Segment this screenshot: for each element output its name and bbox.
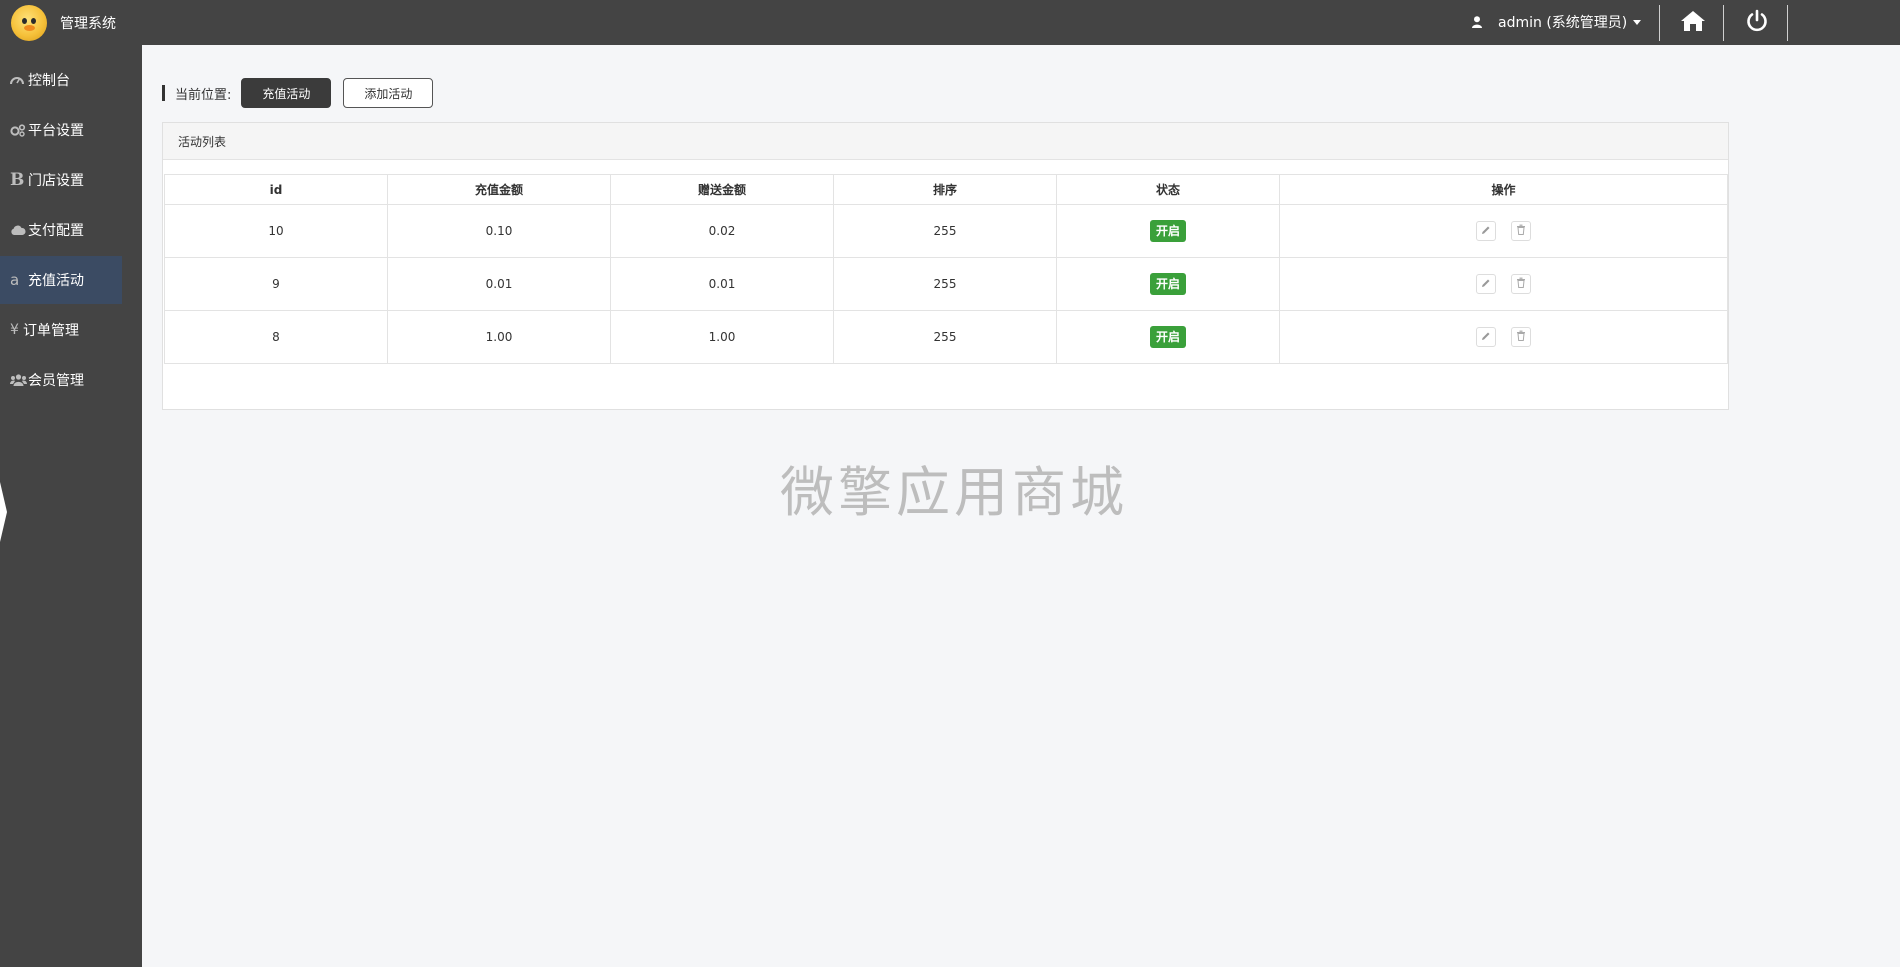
sidebar-item-label: 订单管理: [23, 323, 79, 339]
edit-button[interactable]: [1475, 221, 1496, 241]
delete-button[interactable]: [1511, 274, 1532, 294]
sidebar-item-label: 平台设置: [28, 123, 84, 139]
column-header: 状态: [1056, 174, 1280, 205]
yen-icon: ¥: [10, 322, 19, 338]
top-bar: 管理系统 admin (系统管理员): [0, 0, 1900, 45]
status-badge[interactable]: 开启: [1149, 220, 1186, 242]
activity-table: id 充值金额 赠送金额 排序 状态 操作 10 0.10 0.02 255 开…: [164, 174, 1728, 364]
cell-amount: 0.01: [387, 257, 611, 311]
breadcrumb-marker: [162, 85, 165, 101]
bold-b-icon: B: [10, 170, 25, 190]
table-header-row: id 充值金额 赠送金额 排序 状态 操作: [164, 174, 1728, 205]
column-header: 赠送金额: [610, 174, 834, 205]
sidebar-item-label: 门店设置: [28, 173, 84, 189]
divider: [1723, 5, 1724, 41]
home-icon: [1680, 10, 1706, 35]
sidebar-item-member-management[interactable]: 会员管理: [0, 356, 122, 404]
cell-status: 开启: [1056, 310, 1280, 364]
amazon-a-icon: a: [10, 271, 20, 289]
column-header: 操作: [1279, 174, 1728, 205]
cell-sort: 255: [833, 310, 1057, 364]
sidebar-item-recharge-activity[interactable]: a 充值活动: [0, 256, 122, 304]
column-header: 充值金额: [387, 174, 611, 205]
cell-bonus: 0.02: [610, 204, 834, 258]
sidebar-item-label: 充值活动: [28, 273, 84, 289]
delete-button[interactable]: [1511, 221, 1532, 241]
cell-actions: [1279, 204, 1728, 258]
cell-actions: [1279, 310, 1728, 364]
column-header: id: [164, 174, 388, 205]
sidebar-item-order-management[interactable]: ¥ 订单管理: [0, 306, 122, 354]
activity-list-panel: 活动列表 id 充值金额 赠送金额 排序 状态 操作 10 0.10 0.02 …: [162, 122, 1729, 410]
home-button[interactable]: [1678, 8, 1708, 36]
pencil-icon: [1481, 277, 1491, 291]
edit-button[interactable]: [1475, 274, 1496, 294]
cell-sort: 255: [833, 204, 1057, 258]
cell-id: 8: [164, 310, 388, 364]
cell-status: 开启: [1056, 204, 1280, 258]
trash-icon: [1516, 277, 1526, 291]
cell-actions: [1279, 257, 1728, 311]
cell-sort: 255: [833, 257, 1057, 311]
cell-status: 开启: [1056, 257, 1280, 311]
current-page-button[interactable]: 充值活动: [241, 78, 332, 108]
watermark: 微擎应用商城: [780, 461, 1128, 524]
table-row: 8 1.00 1.00 255 开启: [164, 310, 1728, 364]
status-badge[interactable]: 开启: [1149, 273, 1186, 295]
user-icon: [1470, 15, 1484, 29]
cell-bonus: 0.01: [610, 257, 834, 311]
sidebar-item-label: 控制台: [28, 73, 70, 89]
cell-id: 9: [164, 257, 388, 311]
sidebar-item-label: 支付配置: [28, 223, 84, 239]
breadcrumb-label: 当前位置:: [175, 87, 232, 103]
divider: [1787, 5, 1788, 41]
logo: [11, 5, 47, 41]
edit-button[interactable]: [1475, 327, 1496, 347]
user-menu[interactable]: admin (系统管理员): [1470, 12, 1642, 32]
table-row: 10 0.10 0.02 255 开启: [164, 204, 1728, 258]
pencil-icon: [1481, 330, 1491, 344]
delete-button[interactable]: [1511, 327, 1532, 347]
divider: [1659, 5, 1660, 41]
table-row: 9 0.01 0.01 255 开启: [164, 257, 1728, 311]
user-menu-label: admin (系统管理员): [1498, 15, 1628, 31]
trash-icon: [1516, 224, 1526, 238]
trash-icon: [1516, 330, 1526, 344]
column-header: 排序: [833, 174, 1057, 205]
users-icon: [10, 374, 28, 386]
pencil-icon: [1481, 224, 1491, 238]
cell-amount: 0.10: [387, 204, 611, 258]
cloud-icon: [10, 225, 28, 236]
app-title: 管理系统: [60, 16, 116, 32]
dashboard-icon: [10, 74, 28, 86]
cell-id: 10: [164, 204, 388, 258]
sidebar-item-dashboard[interactable]: 控制台: [0, 56, 122, 104]
sidebar-item-payment-config[interactable]: 支付配置: [0, 206, 122, 254]
sidebar-item-label: 会员管理: [28, 373, 84, 389]
sidebar-item-platform-settings[interactable]: 平台设置: [0, 106, 122, 154]
status-badge[interactable]: 开启: [1149, 326, 1186, 348]
panel-title: 活动列表: [163, 123, 1728, 160]
sidebar-item-store-settings[interactable]: B 门店设置: [0, 156, 122, 204]
cogs-icon: [10, 123, 28, 137]
cell-amount: 1.00: [387, 310, 611, 364]
add-activity-button[interactable]: 添加活动: [343, 78, 434, 108]
logout-button[interactable]: [1742, 8, 1772, 36]
power-icon: [1745, 9, 1769, 36]
cell-bonus: 1.00: [610, 310, 834, 364]
sidebar: 控制台 平台设置 B 门店设置 支付配置 a 充值活动 ¥ 订单管理 会员管理: [0, 45, 142, 967]
breadcrumb: 当前位置: 充值活动 添加活动: [162, 78, 434, 108]
sidebar-toggle[interactable]: [0, 482, 8, 542]
caret-down-icon: [1633, 19, 1642, 25]
